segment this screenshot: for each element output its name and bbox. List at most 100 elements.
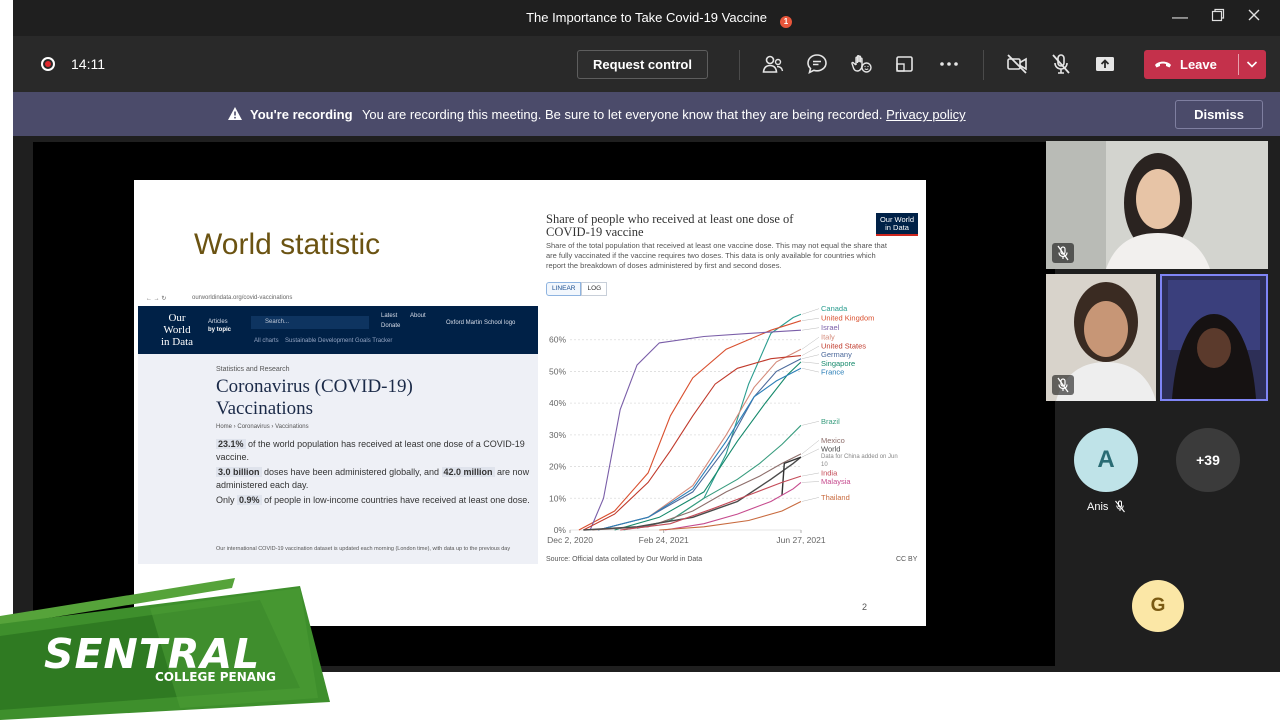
series-label: Canada: [821, 304, 848, 313]
series-line-united-states: [583, 355, 802, 531]
label-leader: [801, 317, 820, 321]
label-leader: [801, 448, 820, 458]
more-options-icon[interactable]: [937, 52, 961, 76]
stat-value: 3.0 billion: [216, 467, 262, 477]
window-title: The Importance to Take Covid-19 Vaccine: [526, 10, 767, 25]
series-label: United Kingdom: [821, 314, 874, 323]
restore-icon[interactable]: [1203, 6, 1233, 30]
title-bar: The Importance to Take Covid-19 Vaccine …: [13, 0, 1280, 36]
vaccination-line-chart: 0% 10% 20% 30% 40% 50% 60% Dec 2, 2020 Feb 24, 2…: [547, 304, 898, 545]
nav-sdg: Sustainable Development Goals Tracker: [285, 338, 393, 344]
close-icon[interactable]: [1239, 6, 1269, 30]
browser-nav-icons: ← → ↻: [146, 296, 167, 302]
participant-video-2[interactable]: [1046, 274, 1156, 401]
label-leader: [801, 368, 820, 373]
owid-logo: Our World in Data: [158, 312, 196, 348]
series-label: France: [821, 368, 844, 377]
breadcrumb: Home › Coronavirus › Vaccinations: [216, 424, 309, 430]
stat-text: doses have been administered globally, a…: [264, 467, 439, 477]
chat-icon[interactable]: [805, 52, 829, 76]
linear-toggle: LINEAR: [546, 282, 582, 296]
x-tick-label: Jun 27, 2021: [776, 535, 825, 545]
y-tick-label: 30%: [549, 430, 566, 440]
chart-license: CC BY: [896, 556, 918, 563]
reactions-icon[interactable]: [849, 52, 873, 76]
mic-off-icon[interactable]: [1049, 52, 1073, 76]
recording-title: You're recording: [250, 107, 353, 122]
crumb: Coronavirus: [237, 424, 270, 430]
stat-low-income: Only 0.9% of people in low-income countr…: [216, 494, 534, 507]
browser-url-bar: ← → ↻ ourworldindata.org/covid-vaccinati…: [138, 292, 538, 306]
logo-sub-text: COLLEGE PENANG: [155, 670, 276, 684]
label-leader: [801, 497, 820, 502]
label-leader: [801, 308, 820, 315]
leave-button[interactable]: Leave: [1144, 50, 1266, 79]
participant-video-active-speaker[interactable]: [1160, 274, 1268, 401]
participants-icon[interactable]: [761, 52, 785, 76]
stat-world-population: 23.1% of the world population has receiv…: [216, 438, 534, 464]
stat-value: 42.0 million: [441, 467, 495, 477]
dataset-note: Our international COVID-19 vaccination d…: [216, 546, 511, 552]
chart-source: Source: Official data collated by Our Wo…: [546, 556, 703, 563]
leave-divider: [1238, 54, 1239, 75]
chart-subtitle: Share of the total population that recei…: [546, 241, 887, 270]
recording-text: You are recording this meeting. Be sure …: [361, 107, 883, 122]
label-leader: [801, 327, 820, 331]
y-tick-label: 10%: [549, 493, 566, 503]
series-label: Brazil: [821, 417, 840, 426]
y-tick-label: 0%: [554, 525, 567, 535]
series-line-singapore: [614, 361, 802, 531]
badge-line: in Data: [885, 223, 909, 232]
y-tick-label: 60%: [549, 335, 566, 345]
series-label: Germany: [821, 350, 852, 359]
slide-title: World statistic: [194, 228, 381, 261]
recording-banner: You're recording You are recording this …: [13, 92, 1280, 136]
muted-icon: [1052, 375, 1074, 395]
dismiss-button[interactable]: Dismiss: [1175, 100, 1263, 129]
participant-video-feed: [1046, 141, 1268, 269]
participant-video-feed: [1162, 276, 1266, 399]
y-tick-label: 50%: [549, 366, 566, 376]
series-label: Italy: [821, 333, 835, 342]
nav-donate: Donate: [381, 323, 401, 329]
nav-about: About: [410, 313, 426, 319]
label-leader: [801, 481, 820, 483]
slide-number: 2: [862, 602, 868, 612]
label-leader: [801, 354, 820, 359]
meeting-timer: 14:11: [71, 56, 105, 72]
browser-url: ourworldindata.org/covid-vaccinations: [192, 295, 293, 301]
article-kicker: Statistics and Research: [216, 366, 290, 373]
chart-title: Share of people who received at least on…: [546, 212, 794, 239]
minimize-icon[interactable]: —: [1165, 6, 1195, 30]
log-toggle: LOG: [581, 282, 608, 296]
series-line-italy: [597, 348, 802, 531]
series-line-france: [597, 367, 802, 531]
screen: The Importance to Take Covid-19 Vaccine …: [0, 0, 1280, 720]
request-control-button[interactable]: Request control: [577, 50, 708, 79]
camera-off-icon[interactable]: [1005, 52, 1029, 76]
owid-navbar: Our World in Data Articles by topic Sear…: [138, 306, 538, 354]
more-participants-button[interactable]: +39: [1176, 428, 1240, 492]
privacy-policy-link[interactable]: Privacy policy: [886, 107, 965, 122]
series-line-world: [583, 456, 802, 531]
toolbar-divider: [739, 50, 740, 80]
owid-badge: Our World in Data: [876, 213, 918, 236]
participant-video-1[interactable]: [1046, 141, 1268, 269]
x-tick-label: Feb 24, 2021: [639, 535, 689, 545]
phone-hangup-icon: [1155, 61, 1171, 68]
logo-line: World: [163, 324, 191, 336]
rooms-icon[interactable]: [893, 52, 917, 76]
avatar-anis[interactable]: A: [1074, 428, 1138, 492]
shared-slide: World statistic ← → ↻ ourworldindata.org…: [134, 180, 926, 626]
series-line-israel: [589, 329, 802, 531]
article-heading: Coronavirus (COVID-19) Vaccinations: [216, 376, 413, 419]
label-leader: [801, 421, 820, 426]
label-leader: [801, 440, 820, 455]
avatar-g[interactable]: G: [1132, 580, 1184, 632]
share-screen-icon[interactable]: [1093, 52, 1117, 76]
webpage-screenshot: ← → ↻ ourworldindata.org/covid-vaccinati…: [138, 292, 538, 564]
owid-search-input: Search...: [251, 316, 369, 329]
stat-value: 23.1%: [216, 439, 246, 449]
series-label: Thailand: [821, 493, 850, 502]
chevron-down-icon[interactable]: [1244, 56, 1260, 72]
